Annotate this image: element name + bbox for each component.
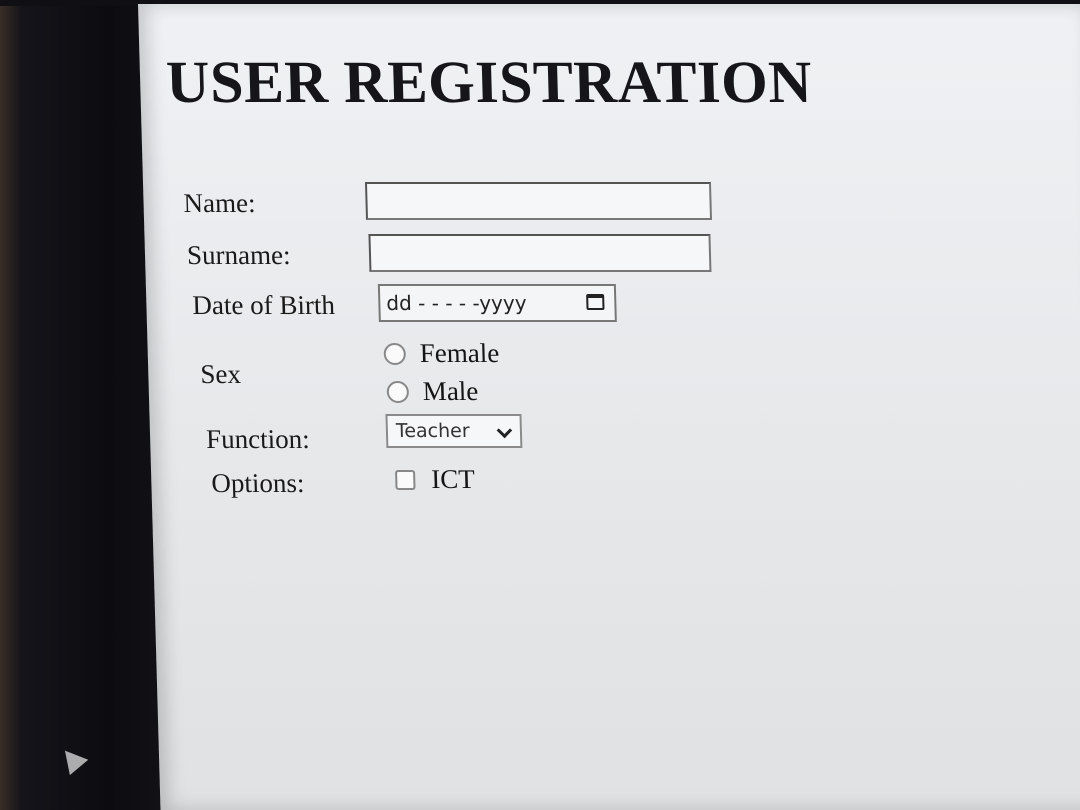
radio-male-label: Male: [422, 376, 479, 406]
ict-label: ICT: [430, 464, 476, 494]
radio-male-circle[interactable]: [386, 380, 410, 403]
option-ict[interactable]: ICT: [395, 464, 475, 495]
options-label: Options:: [210, 468, 305, 498]
name-label: Name:: [183, 188, 256, 218]
radio-female-label: Female: [419, 338, 500, 368]
function-selected-value: Teacher: [395, 420, 470, 442]
surname-label: Surname:: [186, 240, 291, 270]
name-input[interactable]: [364, 182, 713, 220]
function-select[interactable]: Teacher: [385, 414, 523, 448]
dob-input[interactable]: dd - - - - -yyyy: [377, 284, 617, 322]
radio-male[interactable]: Male: [386, 376, 479, 407]
dob-placeholder: dd - - - - -yyyy: [386, 291, 527, 315]
radio-female-circle[interactable]: [383, 342, 407, 365]
sex-label: Sex: [199, 359, 242, 389]
calendar-icon[interactable]: [586, 294, 605, 310]
dob-label: Date of Birth: [191, 290, 336, 320]
screen: USER REGISTRATION Name: Surname: Date of…: [138, 4, 1080, 810]
page-title: USER REGISTRATION: [165, 49, 813, 115]
registration-page: USER REGISTRATION Name: Surname: Date of…: [160, 4, 1080, 804]
surname-input[interactable]: [368, 234, 712, 272]
function-label: Function:: [205, 424, 311, 454]
ict-checkbox[interactable]: [395, 469, 416, 490]
radio-female[interactable]: Female: [383, 338, 500, 369]
chevron-down-icon: [496, 422, 513, 439]
